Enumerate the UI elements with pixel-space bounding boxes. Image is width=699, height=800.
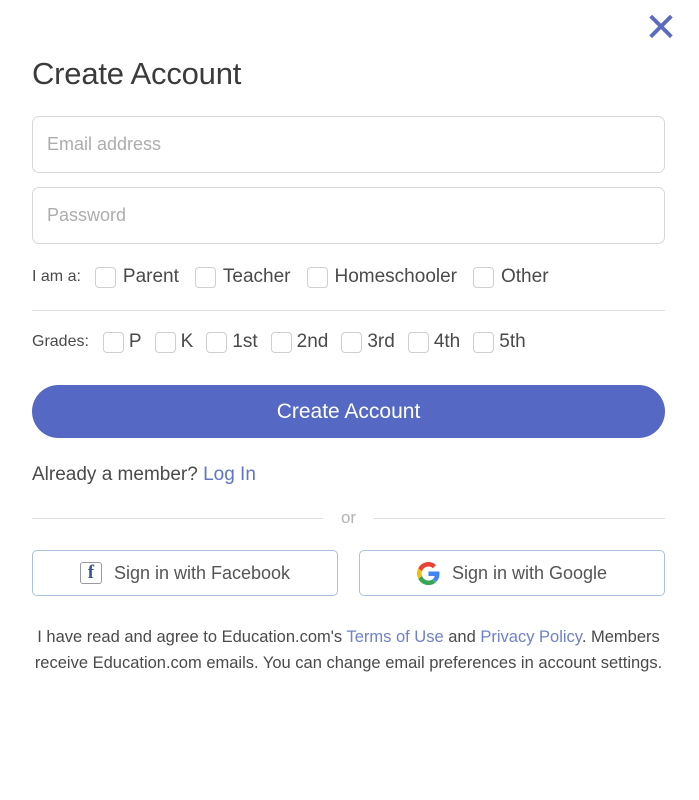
- create-account-button[interactable]: Create Account: [32, 385, 665, 438]
- checkbox-label: 4th: [433, 331, 461, 352]
- checkbox-label: 5th: [499, 331, 526, 352]
- facebook-glyph: f: [87, 562, 95, 583]
- checkbox-label: Homeschooler: [334, 266, 458, 287]
- facebook-signin-button[interactable]: f Sign in with Facebook: [32, 550, 338, 596]
- checkbox-label: 2nd: [296, 331, 329, 352]
- terms-of-use-link[interactable]: Terms of Use: [346, 628, 443, 646]
- privacy-policy-link[interactable]: Privacy Policy: [480, 628, 581, 646]
- or-label: or: [340, 508, 357, 527]
- facebook-icon: f: [79, 562, 102, 584]
- already-member-text: Already a member?: [32, 464, 198, 485]
- email-field[interactable]: [32, 116, 665, 173]
- checkbox-grade-4th[interactable]: 4th: [407, 331, 461, 353]
- checkbox-box[interactable]: [341, 331, 363, 353]
- checkbox-box[interactable]: [206, 331, 228, 353]
- checkbox-grade-2nd[interactable]: 2nd: [270, 331, 329, 353]
- grades-selection-row: Grades: P K 1st 2nd 3rd 4th 5th: [32, 331, 667, 353]
- password-field-wrapper: [32, 187, 667, 244]
- facebook-signin-label: Sign in with Facebook: [113, 562, 291, 583]
- create-account-dialog: ✕ Create Account I am a: Parent Teacher …: [0, 0, 699, 800]
- legal-footer: I have read and agree to Education.com's…: [32, 624, 665, 676]
- password-field[interactable]: [32, 187, 665, 244]
- already-member-line: Already a member? Log In: [32, 464, 667, 486]
- role-selection-row: I am a: Parent Teacher Homeschooler Othe…: [32, 266, 667, 288]
- checkbox-grade-k[interactable]: K: [154, 331, 194, 353]
- footer-line1-prefix: I have read and agree to Education.com's: [37, 628, 343, 646]
- page-title: Create Account: [32, 56, 242, 91]
- checkbox-label: Parent: [122, 266, 179, 287]
- checkbox-role-parent[interactable]: Parent: [94, 266, 179, 288]
- checkbox-label: 1st: [232, 331, 258, 352]
- checkbox-label: K: [180, 331, 194, 352]
- checkbox-box[interactable]: [194, 266, 216, 288]
- checkbox-grade-5th[interactable]: 5th: [473, 331, 526, 353]
- checkbox-box[interactable]: [407, 331, 429, 353]
- checkbox-label: Teacher: [222, 266, 291, 287]
- checkbox-box[interactable]: [270, 331, 292, 353]
- close-icon[interactable]: ✕: [639, 6, 683, 50]
- google-icon: [416, 561, 440, 585]
- checkbox-label: P: [128, 331, 142, 352]
- or-divider: or: [32, 508, 665, 528]
- checkbox-label: Other: [501, 266, 549, 287]
- checkbox-box[interactable]: [154, 331, 176, 353]
- google-signin-label: Sign in with Google: [451, 562, 608, 583]
- checkbox-role-other[interactable]: Other: [473, 266, 549, 288]
- checkbox-role-homeschooler[interactable]: Homeschooler: [306, 266, 458, 288]
- checkbox-box[interactable]: [306, 266, 328, 288]
- checkbox-box[interactable]: [94, 266, 116, 288]
- section-divider: [32, 310, 665, 311]
- checkbox-box[interactable]: [473, 331, 495, 353]
- grades-row-label: Grades:: [32, 333, 89, 350]
- checkbox-grade-1st[interactable]: 1st: [206, 331, 258, 353]
- divider-line-right: [374, 517, 665, 519]
- checkbox-role-teacher[interactable]: Teacher: [194, 266, 291, 288]
- footer-line1-mid: and: [448, 628, 476, 646]
- checkbox-box[interactable]: [102, 331, 124, 353]
- role-row-label: I am a:: [32, 268, 81, 285]
- social-signin-row: f Sign in with Facebook Sign in with Goo…: [32, 550, 665, 596]
- checkbox-label: 3rd: [367, 331, 395, 352]
- divider-line-left: [32, 517, 323, 519]
- email-field-wrapper: [32, 116, 667, 173]
- checkbox-box[interactable]: [473, 266, 494, 288]
- footer-line1-suffix: .: [581, 628, 587, 646]
- checkbox-grade-3rd[interactable]: 3rd: [341, 331, 395, 353]
- google-signin-button[interactable]: Sign in with Google: [359, 550, 665, 596]
- log-in-link[interactable]: Log In: [203, 464, 256, 485]
- checkbox-grade-p[interactable]: P: [102, 331, 142, 353]
